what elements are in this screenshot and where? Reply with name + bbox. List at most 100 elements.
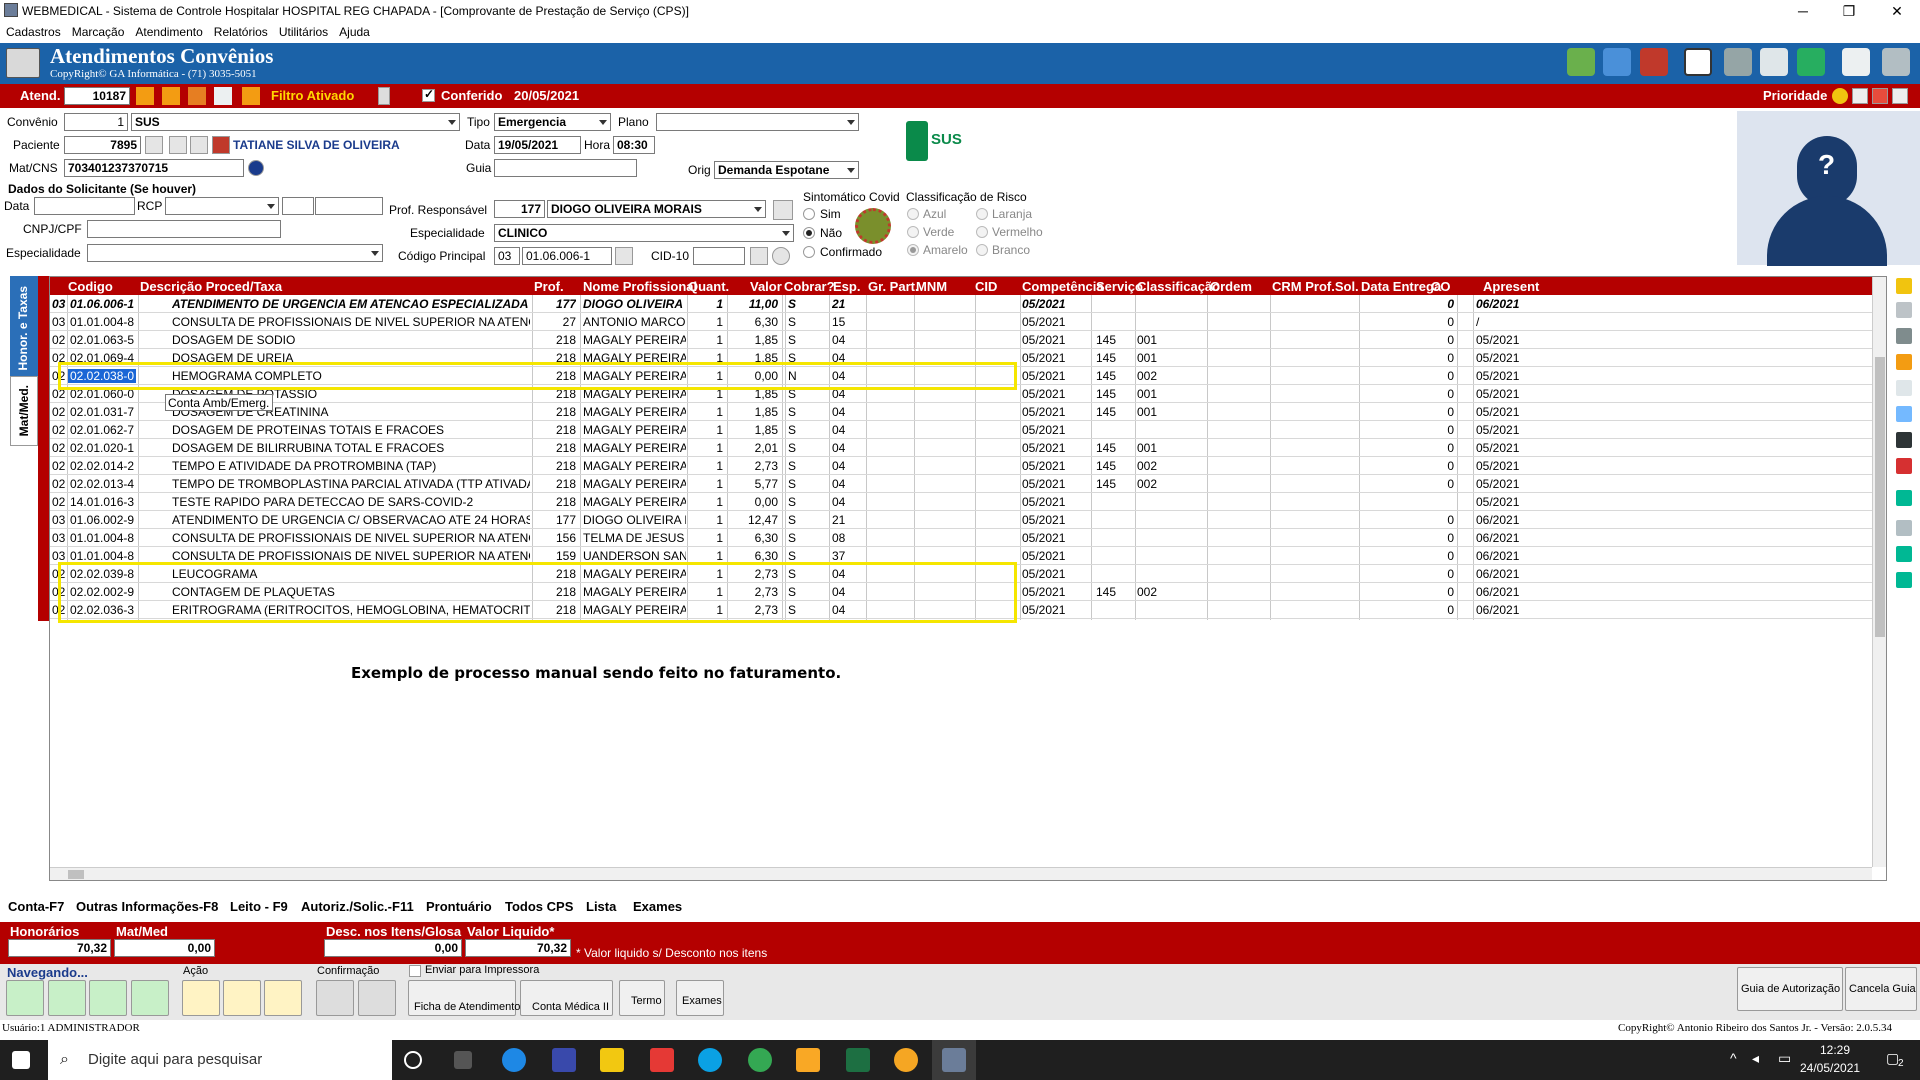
vertical-scroll-thumb[interactable] [1875, 357, 1885, 637]
powerbi-icon[interactable] [600, 1048, 624, 1072]
table-row[interactable]: 02 02.01.062-7 DOSAGEM DE PROTEINAS TOTAIS… [50, 421, 1886, 439]
task-view-icon[interactable] [454, 1051, 472, 1069]
copy-icon[interactable] [1896, 302, 1912, 318]
rcp-select[interactable] [165, 197, 279, 215]
col-header[interactable]: CO [1431, 279, 1451, 294]
tab-todos-cps[interactable]: Todos CPS [505, 899, 573, 914]
patient-card-icon[interactable] [212, 136, 230, 154]
chevron-up-icon[interactable]: ^ [1730, 1050, 1737, 1066]
pages-icon[interactable] [1896, 520, 1912, 536]
edit-pencil-icon[interactable] [223, 980, 261, 1016]
patient-photo[interactable]: ? [1737, 111, 1920, 266]
codprinc-field[interactable]: 01.06.006-1 [522, 247, 612, 265]
tab-lista[interactable]: Lista [586, 899, 616, 914]
menu-cadastros[interactable]: Cadastros [0, 22, 66, 39]
tab-autoriz-solic[interactable]: Autoriz./Solic.-F11 [301, 899, 414, 914]
eraser-icon[interactable] [1896, 380, 1912, 396]
paciente-code-field[interactable]: 7895 [64, 136, 141, 154]
monitor-icon[interactable] [1882, 48, 1910, 76]
clock-date[interactable]: 24/05/2021 [1800, 1061, 1860, 1075]
col-header[interactable]: Competência [1022, 279, 1104, 294]
first-arrow-icon[interactable] [6, 980, 44, 1016]
alert-icon[interactable] [1872, 88, 1888, 104]
search-patient-icon[interactable] [145, 136, 163, 154]
col-header[interactable]: Cobrar? [784, 279, 835, 294]
screen-icon[interactable] [1896, 546, 1912, 562]
new-record-icon[interactable] [182, 980, 220, 1016]
tools-icon[interactable] [1760, 48, 1788, 76]
table-row[interactable]: 02 14.01.016-3 TESTE RAPIDO PARA DETECCAO … [50, 493, 1886, 511]
exames-button[interactable]: Exames [676, 980, 724, 1016]
col-header[interactable]: Serviço [1096, 279, 1143, 294]
search-cid-icon[interactable] [750, 247, 768, 265]
edge-icon[interactable] [698, 1048, 722, 1072]
col-header[interactable]: Descrição Proced/Taxa [140, 279, 282, 294]
col-header[interactable]: Esp. [833, 279, 860, 294]
orig-select[interactable]: Demanda Espotane [714, 161, 859, 179]
search-prof-icon[interactable] [773, 200, 793, 220]
col-header[interactable]: Classificação [1137, 279, 1220, 294]
col-header[interactable]: CRM Prof.Sol. [1272, 279, 1359, 294]
speaker-icon[interactable]: ◂ [1752, 1050, 1759, 1067]
hora-field[interactable]: 08:30 [613, 136, 655, 154]
tab-leito[interactable]: Leito - F9 [230, 899, 288, 914]
question-icon[interactable] [1896, 354, 1912, 370]
clock-time[interactable]: 12:29 [1820, 1043, 1850, 1057]
tab-matmed[interactable]: Mat/Med. [10, 376, 38, 446]
tab-prontuario[interactable]: Prontuário [426, 899, 492, 914]
termo-button[interactable]: Termo [619, 980, 665, 1016]
sms-icon[interactable] [1797, 48, 1825, 76]
chrome-icon[interactable] [748, 1048, 772, 1072]
delete-bin-icon[interactable] [264, 980, 302, 1016]
menu-utilitarios[interactable]: Utilitários [273, 22, 333, 39]
next-record-icon[interactable] [188, 87, 206, 105]
next-arrow-icon[interactable] [89, 980, 127, 1016]
windows-start-icon[interactable] [12, 1051, 30, 1069]
sint-sim-radio[interactable] [803, 208, 815, 220]
vertical-scrollbar[interactable] [1872, 277, 1886, 867]
taskbar-search-box[interactable]: ⌕ Digite aqui para pesquisar [48, 1040, 392, 1080]
last-arrow-icon[interactable] [131, 980, 169, 1016]
tab-exames[interactable]: Exames [633, 899, 682, 914]
screen-2-icon[interactable] [1896, 572, 1912, 588]
col-header[interactable]: Gr. Part. [868, 279, 919, 294]
close-button[interactable]: ✕ [1874, 0, 1920, 22]
col-header[interactable]: Ordem [1210, 279, 1252, 294]
cancel-hand-icon[interactable] [358, 980, 396, 1016]
col-header[interactable]: Prof. [534, 279, 564, 294]
risco-branco-radio[interactable] [976, 244, 988, 256]
rcp-number-field[interactable] [315, 197, 383, 215]
trash-icon[interactable] [1896, 328, 1912, 344]
col-header[interactable]: Apresent [1483, 279, 1539, 294]
clock-icon[interactable] [1684, 48, 1712, 76]
sol-data-field[interactable] [34, 197, 135, 215]
col-header[interactable]: Valor [750, 279, 782, 294]
tab-outras-informacoes[interactable]: Outras Informações-F8 [76, 899, 218, 914]
conta-medica-button[interactable]: Conta Médica II [520, 980, 613, 1016]
cid-field[interactable] [693, 247, 745, 265]
prof-code-field[interactable]: 177 [494, 200, 545, 218]
col-header[interactable]: Data Entrega [1361, 279, 1441, 294]
data-field[interactable]: 19/05/2021 [494, 136, 581, 154]
prof-select[interactable]: DIOGO OLIVEIRA MORAIS [547, 200, 766, 218]
ficha-atendimento-button[interactable]: Ficha de Atendimento [408, 980, 520, 1016]
menu-relatorios[interactable]: Relatórios [208, 22, 273, 39]
guia-autorizacao-button[interactable]: Guia de Autorização [1737, 967, 1843, 1011]
sint-nao-radio[interactable] [803, 227, 815, 239]
sint-confirmado-radio[interactable] [803, 246, 815, 258]
table-row[interactable]: 02 02.01.020-1 DOSAGEM DE BILIRRUBINA TOTA… [50, 439, 1886, 457]
excel-icon[interactable] [846, 1048, 870, 1072]
horizontal-scrollbar[interactable] [50, 867, 1872, 880]
prev-record-icon[interactable] [162, 87, 180, 105]
sol-especialidade-select[interactable] [87, 244, 383, 262]
app-remote-icon[interactable] [552, 1048, 576, 1072]
print-icon[interactable] [214, 87, 232, 105]
enviar-impressora-checkbox[interactable] [409, 965, 421, 977]
guia-field[interactable] [494, 159, 637, 177]
tab-conta[interactable]: Conta-F7 [8, 899, 64, 914]
stamp-icon[interactable] [1896, 458, 1912, 474]
risco-vermelho-radio[interactable] [976, 226, 988, 238]
medical-caduceus-icon[interactable] [1640, 48, 1668, 76]
sun-icon[interactable] [1896, 278, 1912, 294]
keyboard-icon[interactable] [1724, 48, 1752, 76]
